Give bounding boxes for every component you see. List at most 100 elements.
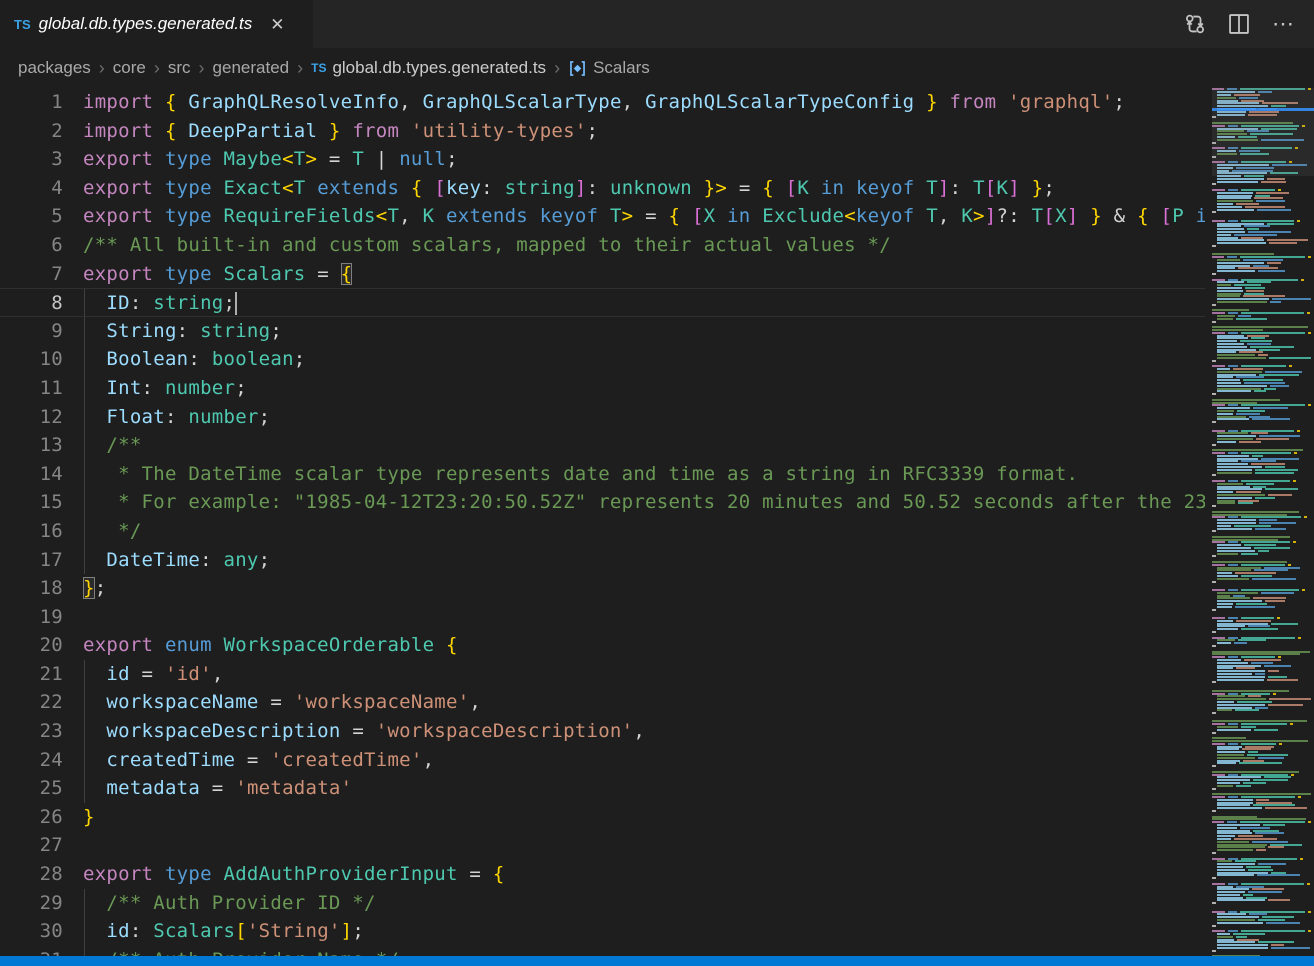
code-line[interactable]: 28export type AddAuthProviderInput = { [0, 860, 1205, 889]
code-line-text: }; [63, 574, 1205, 603]
code-line[interactable]: 2import { DeepPartial } from 'utility-ty… [0, 117, 1205, 146]
chevron-right-icon: › [153, 58, 161, 79]
chevron-right-icon: › [98, 58, 106, 79]
breadcrumb-item-generated[interactable]: generated [213, 58, 290, 78]
code-line[interactable]: 31 /** Auth Provider Name */ [0, 946, 1205, 956]
indent-guide [84, 917, 85, 946]
breadcrumb-item-core[interactable]: core [113, 58, 146, 78]
line-number: 20 [0, 631, 63, 660]
code-line[interactable]: 30 id: Scalars['String']; [0, 917, 1205, 946]
indent-guide [84, 774, 85, 803]
minimap-line [1212, 947, 1314, 950]
code-line-text: Float: number; [63, 403, 1205, 432]
scrollbar-gutter[interactable] [1205, 88, 1212, 956]
code-line[interactable]: 20export enum WorkspaceOrderable { [0, 631, 1205, 660]
code-line[interactable]: 25 metadata = 'metadata' [0, 774, 1205, 803]
code-line[interactable]: 16 */ [0, 517, 1205, 546]
typescript-file-icon: TS [311, 61, 326, 75]
code-line[interactable]: 18}; [0, 574, 1205, 603]
code-line[interactable]: 4export type Exact<T extends { [key: str… [0, 174, 1205, 203]
indent-guide [84, 717, 85, 746]
line-number: 28 [0, 860, 63, 889]
more-actions-button[interactable]: ⋯ [1268, 9, 1298, 39]
code-line[interactable]: 17 DateTime: any; [0, 546, 1205, 575]
line-number: 30 [0, 917, 63, 946]
code-line-text [63, 603, 1205, 632]
code-line[interactable]: 26} [0, 803, 1205, 832]
line-number: 14 [0, 460, 63, 489]
code-line-text: createdTime = 'createdTime', [63, 746, 1205, 775]
code-line[interactable]: 24 createdTime = 'createdTime', [0, 746, 1205, 775]
code-line-text: */ [63, 517, 1205, 546]
minimap-line [1212, 921, 1314, 924]
indent-guide [84, 374, 85, 403]
breadcrumb-file-label: global.db.types.generated.ts [332, 58, 546, 78]
line-number: 18 [0, 574, 63, 603]
line-number: 25 [0, 774, 63, 803]
indent-guide [84, 460, 85, 489]
code-line-text [63, 831, 1205, 860]
tab-title: global.db.types.generated.ts [39, 14, 253, 34]
code-line[interactable]: 23 workspaceDescription = 'workspaceDesc… [0, 717, 1205, 746]
breadcrumb-symbol[interactable]: Scalars [568, 58, 650, 78]
indent-guide [84, 660, 85, 689]
indent-guide [84, 517, 85, 546]
line-number: 16 [0, 517, 63, 546]
code-line[interactable]: 9 String: string; [0, 317, 1205, 346]
line-number: 9 [0, 317, 63, 346]
indent-guide [84, 431, 85, 460]
code-line[interactable]: 8 ID: string; [0, 288, 1205, 317]
code-line[interactable]: 3export type Maybe<T> = T | null; [0, 145, 1205, 174]
code-line[interactable]: 12 Float: number; [0, 403, 1205, 432]
code-line[interactable]: 21 id = 'id', [0, 660, 1205, 689]
typescript-file-icon: TS [14, 17, 31, 32]
chevron-right-icon: › [553, 58, 561, 79]
code-line-text: import { GraphQLResolveInfo, GraphQLScal… [63, 88, 1205, 117]
code-line[interactable]: 10 Boolean: boolean; [0, 345, 1205, 374]
indent-guide [84, 488, 85, 517]
code-line[interactable]: 13 /** [0, 431, 1205, 460]
split-editor-icon [1228, 13, 1250, 35]
code-line-text: id: Scalars['String']; [63, 917, 1205, 946]
line-number: 17 [0, 546, 63, 575]
line-number: 13 [0, 431, 63, 460]
minimap-slider[interactable] [1212, 88, 1314, 176]
code-line[interactable]: 7export type Scalars = { [0, 260, 1205, 289]
text-cursor [235, 292, 237, 315]
indent-guide [84, 289, 85, 316]
line-number: 27 [0, 831, 63, 860]
line-number: 8 [0, 289, 63, 316]
code-line[interactable]: 5export type RequireFields<T, K extends … [0, 202, 1205, 231]
code-line[interactable]: 15 * For example: "1985-04-12T23:20:50.5… [0, 488, 1205, 517]
minimap[interactable] [1212, 88, 1314, 956]
tab-close-icon[interactable]: ✕ [266, 14, 288, 35]
split-editor-button[interactable] [1224, 9, 1254, 39]
code-line-text: Int: number; [63, 374, 1205, 403]
open-changes-button[interactable] [1180, 9, 1210, 39]
breadcrumb: packages › core › src › generated › TS g… [0, 48, 1314, 88]
status-bar[interactable] [0, 956, 1314, 966]
code-line[interactable]: 14 * The DateTime scalar type represents… [0, 460, 1205, 489]
indent-guide [84, 345, 85, 374]
chevron-right-icon: › [198, 58, 206, 79]
breadcrumb-file[interactable]: TS global.db.types.generated.ts [311, 58, 546, 78]
editor-tab[interactable]: TS global.db.types.generated.ts ✕ [0, 0, 313, 48]
minimap-current-line-marker [1212, 108, 1314, 111]
code-line-text: } [63, 803, 1205, 832]
code-line[interactable]: 6/** All built-in and custom scalars, ma… [0, 231, 1205, 260]
open-changes-icon [1184, 13, 1206, 35]
code-line[interactable]: 27 [0, 831, 1205, 860]
breadcrumb-item-src[interactable]: src [168, 58, 191, 78]
code-line[interactable]: 1import { GraphQLResolveInfo, GraphQLSca… [0, 88, 1205, 117]
line-number: 31 [0, 946, 63, 956]
code-line[interactable]: 11 Int: number; [0, 374, 1205, 403]
line-number: 21 [0, 660, 63, 689]
code-line[interactable]: 22 workspaceName = 'workspaceName', [0, 688, 1205, 717]
line-number: 5 [0, 202, 63, 231]
code-line-text: export type RequireFields<T, K extends k… [63, 202, 1205, 231]
breadcrumb-item-packages[interactable]: packages [18, 58, 91, 78]
code-line[interactable]: 29 /** Auth Provider ID */ [0, 889, 1205, 918]
line-number: 4 [0, 174, 63, 203]
code-editor[interactable]: 1import { GraphQLResolveInfo, GraphQLSca… [0, 88, 1205, 956]
code-line[interactable]: 19 [0, 603, 1205, 632]
